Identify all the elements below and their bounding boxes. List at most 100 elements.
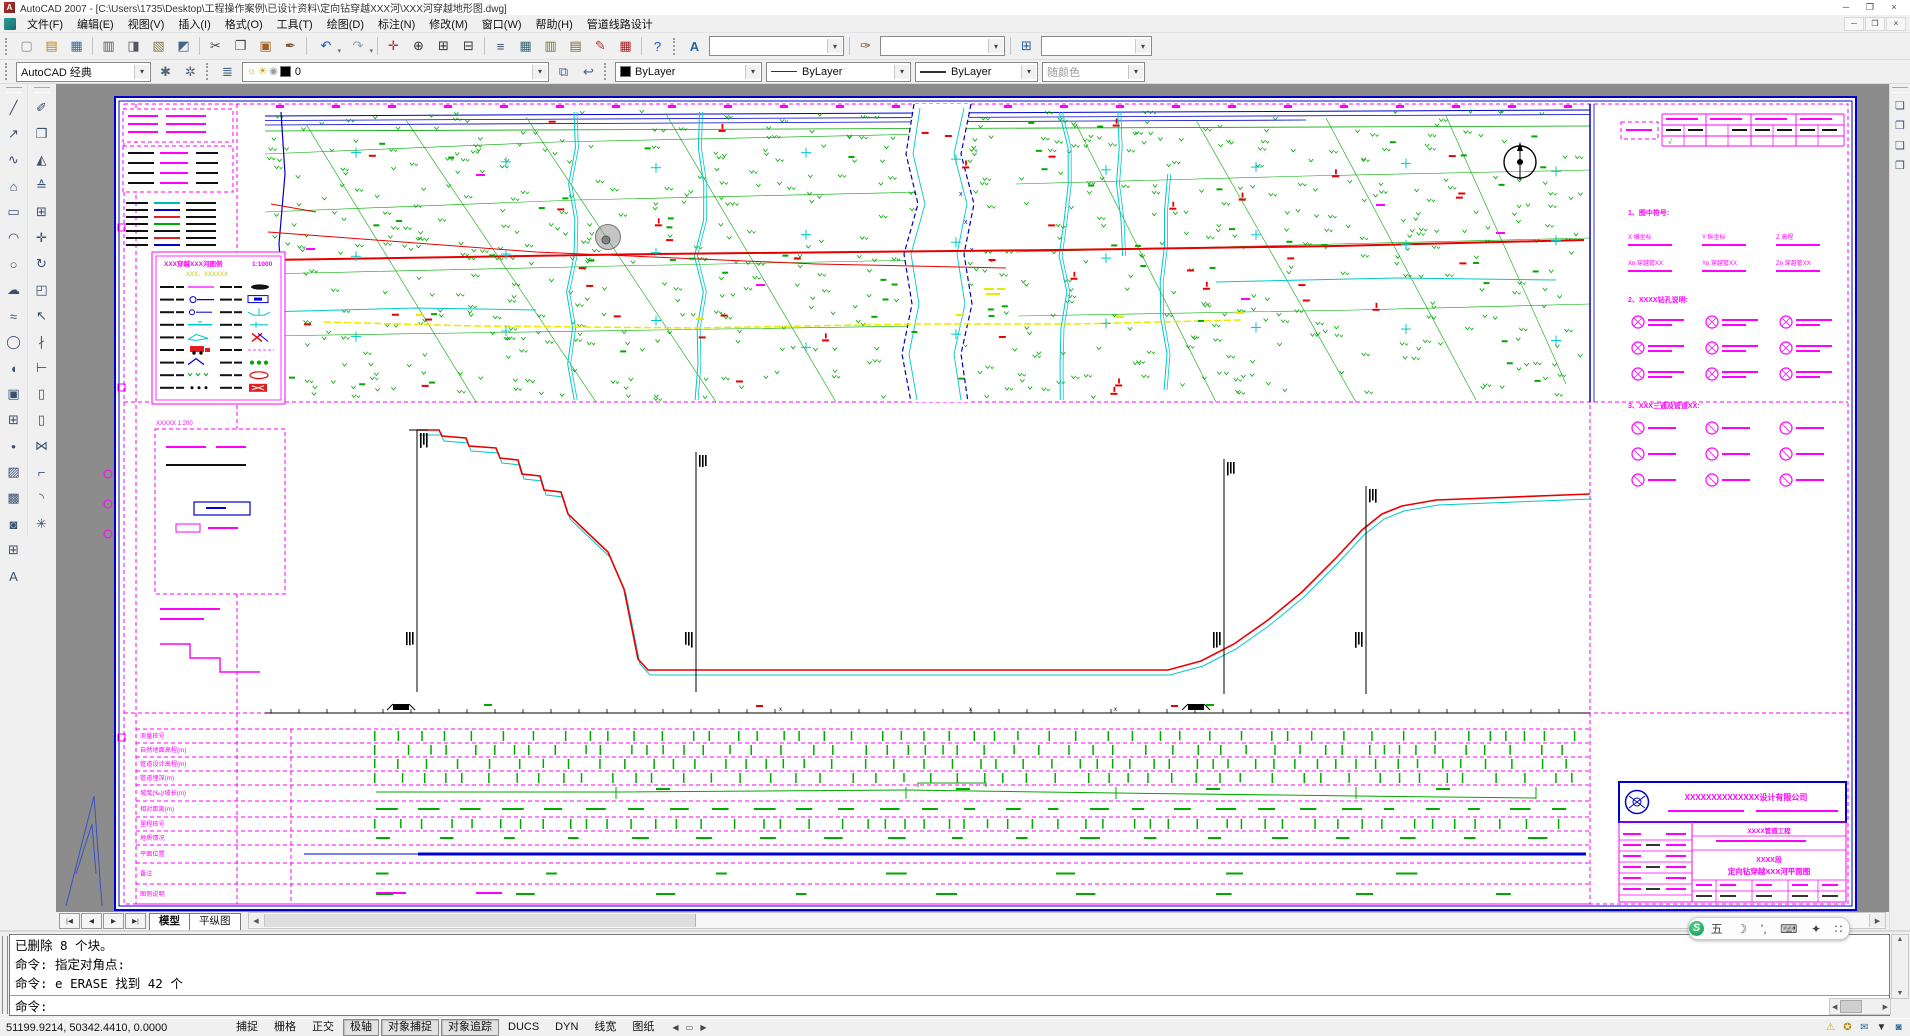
dim-style-icon[interactable]: ✑ xyxy=(853,34,878,58)
annotation-next-icon[interactable]: ▶ xyxy=(696,1023,710,1032)
comm-center-icon[interactable]: ✉ xyxy=(1856,1022,1873,1033)
toolbar-lock-icon[interactable]: ✪ xyxy=(1839,1022,1856,1033)
scroll-right-icon[interactable]: ▶ xyxy=(1869,914,1885,927)
quickcalc-icon[interactable]: ▦ xyxy=(613,34,638,58)
status-toggle-捕捉[interactable]: 捕捉 xyxy=(229,1019,265,1036)
qnew-icon[interactable]: ▢ xyxy=(14,34,39,58)
status-toggle-极轴[interactable]: 极轴 xyxy=(343,1019,379,1036)
sheet-set-manager-icon[interactable]: ▤ xyxy=(563,34,588,58)
insert-block-tool[interactable]: ▣ xyxy=(1,381,27,407)
scrollbar-thumb[interactable] xyxy=(265,914,696,927)
chevron-down-icon[interactable]: ▾ xyxy=(745,65,760,79)
draworder-bring-above-icon[interactable]: ❑ xyxy=(1890,135,1910,155)
color-combo[interactable]: ByLayer ▾ xyxy=(615,62,762,82)
draworder-send-under-icon[interactable]: ❒ xyxy=(1890,155,1910,175)
mirror-tool[interactable]: ◭ xyxy=(29,147,55,173)
toolbar-grip[interactable] xyxy=(206,63,212,80)
toolbar-grip[interactable] xyxy=(6,87,22,93)
tab-模型[interactable]: 模型 xyxy=(149,913,190,930)
ime-moon-icon[interactable]: ☽ xyxy=(1736,922,1747,936)
arc-tool[interactable]: ◠ xyxy=(1,225,27,251)
scale-tool[interactable]: ◰ xyxy=(29,277,55,303)
copy-icon[interactable]: ❐ xyxy=(228,34,253,58)
command-window-grip[interactable] xyxy=(2,936,8,1014)
model-space[interactable]: xxxXXX穿越XXX河图例1:1000XXX、XXXXXXXXXXX 1:20… xyxy=(56,84,1889,912)
ime-wrench-icon[interactable]: ✦ xyxy=(1811,922,1821,936)
make-object-layer-current-icon[interactable]: ⧉ xyxy=(551,60,576,84)
scrollbar-thumb[interactable] xyxy=(1840,1000,1862,1013)
ellipse-arc-tool[interactable]: ◖ xyxy=(1,355,27,381)
tab-prev-button[interactable]: ◀ xyxy=(81,913,102,929)
status-toggle-DUCS[interactable]: DUCS xyxy=(501,1019,546,1036)
save-icon[interactable]: ▦ xyxy=(64,34,89,58)
layer-lock-icon[interactable]: ◉ xyxy=(269,66,278,77)
region-tool[interactable]: ◙ xyxy=(1,511,27,537)
menu-item-n[interactable]: 标注(N) xyxy=(371,19,422,31)
designcenter-icon[interactable]: ▦ xyxy=(513,34,538,58)
chamfer-tool[interactable]: ⌐ xyxy=(29,459,55,485)
scroll-up-icon[interactable]: ▲ xyxy=(1897,936,1904,943)
properties-icon[interactable]: ≡ xyxy=(488,34,513,58)
menu-item-t[interactable]: 工具(T) xyxy=(270,19,320,31)
pan-icon[interactable]: ✛ xyxy=(381,34,406,58)
menu-item-v[interactable]: 视图(V) xyxy=(121,19,172,31)
ime-grid-icon[interactable]: ∷ xyxy=(1835,922,1843,936)
workspace-settings-icon[interactable]: ✱ xyxy=(153,60,178,84)
ime-punct-icon[interactable]: ’, xyxy=(1761,922,1767,936)
standards-warning-icon[interactable]: ⚠ xyxy=(1822,1022,1839,1033)
toolbar-grip[interactable] xyxy=(604,63,610,80)
extend-tool[interactable]: ⊢ xyxy=(29,355,55,381)
status-toggle-对象追踪[interactable]: 对象追踪 xyxy=(441,1019,499,1036)
status-toggle-正交[interactable]: 正交 xyxy=(305,1019,341,1036)
tab-first-button[interactable]: |◀ xyxy=(59,913,80,929)
status-menu-arrow-icon[interactable]: ▼ xyxy=(1873,1022,1890,1033)
trim-tool[interactable]: ∤ xyxy=(29,329,55,355)
cut-icon[interactable]: ✂ xyxy=(203,34,228,58)
redo-icon[interactable]: ↷ xyxy=(342,34,374,58)
text-style-combo[interactable]: ▾ xyxy=(709,36,844,56)
paste-icon[interactable]: ▣ xyxy=(253,34,278,58)
close-button[interactable]: × xyxy=(1882,2,1906,13)
ellipse-tool[interactable]: ◯ xyxy=(1,329,27,355)
dim-style-combo[interactable]: ▾ xyxy=(880,36,1005,56)
draworder-bring-to-front-icon[interactable]: ❏ xyxy=(1890,95,1910,115)
my-workspace-icon[interactable]: ✲ xyxy=(178,60,203,84)
menu-item-m[interactable]: 修改(M) xyxy=(422,19,475,31)
plot-style-combo[interactable]: 随颜色 ▾ xyxy=(1042,62,1145,82)
tab-next-button[interactable]: ▶ xyxy=(103,913,124,929)
tab-平纵图[interactable]: 平纵图 xyxy=(189,913,241,930)
gradient-tool[interactable]: ▩ xyxy=(1,485,27,511)
menu-item-o[interactable]: 格式(O) xyxy=(218,19,270,31)
zoom-realtime-icon[interactable]: ⊕ xyxy=(406,34,431,58)
menu-item-d[interactable]: 绘图(D) xyxy=(320,19,371,31)
chevron-down-icon[interactable]: ▾ xyxy=(1135,39,1150,53)
ime-keyboard-icon[interactable]: ⌨ xyxy=(1780,922,1797,936)
tab-last-button[interactable]: ▶| xyxy=(125,913,146,929)
toolbar-grip[interactable] xyxy=(34,87,50,93)
plot-icon[interactable]: ▥ xyxy=(96,34,121,58)
child-minimize-button[interactable]: ─ xyxy=(1844,17,1864,31)
spline-tool[interactable]: ≈ xyxy=(1,303,27,329)
ime-mode-label[interactable]: 五 xyxy=(1711,920,1723,937)
fillet-tool[interactable]: ◝ xyxy=(29,485,55,511)
ime-toolbar[interactable]: S 五☽’,⌨✦∷ xyxy=(1688,917,1850,940)
join-tool[interactable]: ⋈ xyxy=(29,433,55,459)
toolbar-grip[interactable] xyxy=(5,63,11,80)
toolbar-grip[interactable] xyxy=(1892,87,1908,93)
break-tool[interactable]: ▯ xyxy=(29,407,55,433)
etransmit-icon[interactable]: ◩ xyxy=(171,34,196,58)
workspace-combo[interactable]: AutoCAD 经典 ▾ xyxy=(16,62,151,82)
scroll-left-icon[interactable]: ◀ xyxy=(249,914,265,927)
linetype-combo[interactable]: ByLayer ▾ xyxy=(766,62,911,82)
hatch-tool[interactable]: ▨ xyxy=(1,459,27,485)
chevron-down-icon[interactable]: ▾ xyxy=(827,39,842,53)
tool-palettes-icon[interactable]: ▥ xyxy=(538,34,563,58)
point-tool[interactable]: • xyxy=(1,433,27,459)
menu-item-h[interactable]: 帮助(H) xyxy=(529,19,580,31)
revision-cloud-tool[interactable]: ☁ xyxy=(1,277,27,303)
table-tool[interactable]: ⊞ xyxy=(1,537,27,563)
layer-combo[interactable]: ☼☀◉ 0 ▾ xyxy=(242,62,549,82)
undo-icon[interactable]: ↶ xyxy=(310,34,342,58)
status-toggle-栅格[interactable]: 栅格 xyxy=(267,1019,303,1036)
command-prompt[interactable]: 命令: xyxy=(10,996,1889,1017)
